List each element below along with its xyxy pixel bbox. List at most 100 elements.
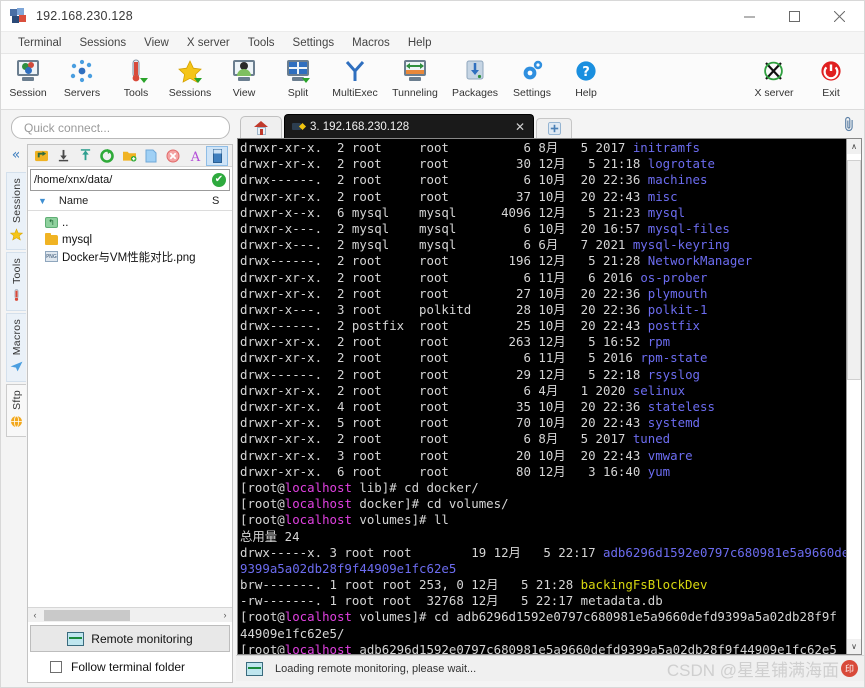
menu-view[interactable]: View <box>135 35 178 51</box>
scrollbar-thumb[interactable] <box>847 160 861 381</box>
delete-icon[interactable] <box>162 146 184 166</box>
menu-x-server[interactable]: X server <box>178 35 239 51</box>
follow-terminal-folder-checkbox[interactable]: Follow terminal folder <box>28 652 232 682</box>
terminal-text: initramfs <box>632 140 700 155</box>
go-up-icon[interactable] <box>30 146 52 166</box>
terminal-text: adb6296d1592e0797c680981e5a9660defd9399a… <box>351 641 837 654</box>
binary-mode-icon[interactable] <box>206 145 228 166</box>
terminal-line: drwx------. 2 root root 6 10月 20 22:36 m… <box>240 172 846 188</box>
new-tab-button[interactable] <box>536 118 572 138</box>
toolbar-button-settings[interactable]: Settings <box>505 56 559 99</box>
terminal-text: mysql <box>647 204 686 220</box>
terminal-line: [root@localhost adb6296d1592e0797c680981… <box>240 642 846 654</box>
column-header-name[interactable]: Name <box>59 195 212 207</box>
scroll-down-icon[interactable]: ∨ <box>847 639 861 654</box>
toolbar-button-session[interactable]: Session <box>1 56 55 99</box>
toolbar-button-tools[interactable]: Tools <box>109 56 163 99</box>
home-icon <box>253 120 269 135</box>
watermark: CSDN @星星铺满海面 印 <box>667 656 858 681</box>
menu-macros[interactable]: Macros <box>343 35 399 51</box>
sort-caret-icon[interactable]: ▼ <box>38 196 47 206</box>
terminal-line: drwxr-xr-x. 2 root root 37 10月 20 22:43 … <box>240 189 846 205</box>
maximize-button[interactable] <box>772 1 817 32</box>
list-item[interactable]: mysql <box>28 231 232 248</box>
scrollbar-track[interactable] <box>847 160 861 639</box>
toolbar-button-view[interactable]: View <box>217 56 271 99</box>
sidebar-item-tools[interactable]: Tools <box>6 252 26 312</box>
scroll-left-icon[interactable]: ‹ <box>28 610 42 620</box>
menu-terminal[interactable]: Terminal <box>9 35 70 51</box>
terminal-text: drwxr-xr-x. 6 root root 80 12月 3 16:40 <box>240 463 648 479</box>
toolbar-button-servers[interactable]: Servers <box>55 56 109 99</box>
new-folder-icon[interactable] <box>118 146 140 166</box>
toolbar-label-x-server: X server <box>754 87 794 99</box>
terminal-scrollbar[interactable]: ∧ ∨ <box>846 139 861 654</box>
window-title: 192.168.230.128 <box>36 9 133 23</box>
terminal-line: 44909e1fc62e5/ <box>240 626 846 642</box>
checkbox-box[interactable] <box>50 661 62 673</box>
watermark-text: CSDN @星星铺满海面 <box>666 661 839 680</box>
split-icon <box>284 59 312 85</box>
collapse-sidebar-icon[interactable]: « <box>12 148 21 162</box>
tools-icon <box>122 59 150 85</box>
toolbar-button-tunneling[interactable]: Tunneling <box>385 56 445 99</box>
sftp-file-list[interactable]: ↰ .. mysql PNG Docker与VM性能对比.png <box>28 211 232 607</box>
toolbar-button-multiexec[interactable]: MultiExec <box>325 56 385 99</box>
toolbar-button-packages[interactable]: Packages <box>445 56 505 99</box>
toolbar-button-split[interactable]: Split <box>271 56 325 99</box>
toolbar-button-sessions[interactable]: Sessions <box>163 56 217 99</box>
upload-icon[interactable] <box>74 146 96 166</box>
terminal-line: drwxr-xr-x. 2 root root 6 11月 5 2016 rpm… <box>240 350 846 366</box>
sidebar-item-macros[interactable]: Macros <box>6 313 26 383</box>
terminal-line: drwx------. 2 root root 196 12月 5 21:28 … <box>240 253 846 269</box>
terminal-text: misc <box>647 188 678 204</box>
terminal-text: machines <box>647 172 708 188</box>
tab-strip: 3. 192.168.230.128 ✕ <box>236 112 864 138</box>
toolbar-button-help[interactable]: ? Help <box>559 56 613 99</box>
sidebar-item-sftp[interactable]: Sftp <box>6 384 26 438</box>
terminal-text: systemd <box>647 415 700 431</box>
terminal-text: drwxr-xr-x. 2 root root 263 12月 5 16:52 <box>240 334 648 350</box>
view-icon <box>230 59 258 85</box>
remote-monitoring-button[interactable]: Remote monitoring <box>30 625 230 652</box>
terminal-text: stateless <box>647 399 715 414</box>
terminal-text: drwxr-x---. 3 root polkitd 28 10月 20 22:… <box>240 301 648 317</box>
terminal-container: drwxr-xr-x. 2 root root 6 8月 5 2017 init… <box>237 138 862 655</box>
list-item[interactable]: PNG Docker与VM性能对比.png <box>28 248 232 265</box>
list-item[interactable]: ↰ .. <box>28 214 232 231</box>
multiexec-icon <box>341 59 369 85</box>
terminal-line: drwxr-x---. 2 mysql mysql 6 10月 20 16:57… <box>240 221 846 237</box>
sftp-path-value: /home/xnx/data/ <box>34 174 113 186</box>
sftp-horizontal-scrollbar[interactable]: ‹ › <box>28 607 232 622</box>
download-icon[interactable] <box>52 146 74 166</box>
terminal-text: rpm-state <box>640 350 708 366</box>
scroll-right-icon[interactable]: › <box>218 610 232 620</box>
menu-settings[interactable]: Settings <box>284 35 344 51</box>
terminal-text: drwx-----x. 3 root root 19 12月 5 22:17 <box>240 544 604 560</box>
session-tab[interactable]: 3. 192.168.230.128 ✕ <box>284 114 534 138</box>
paperclip-icon[interactable] <box>842 116 856 136</box>
menu-tools[interactable]: Tools <box>239 35 284 51</box>
terminal-output[interactable]: drwxr-xr-x. 2 root root 6 8月 5 2017 init… <box>238 139 846 654</box>
refresh-icon[interactable] <box>96 146 118 166</box>
terminal-text: NetworkManager <box>647 253 753 269</box>
new-file-icon[interactable] <box>140 146 162 166</box>
column-header-size[interactable]: S <box>212 195 232 207</box>
close-button[interactable] <box>817 1 862 32</box>
minimize-button[interactable] <box>727 1 772 32</box>
home-tab[interactable] <box>240 116 282 138</box>
toolbar-button-x-server[interactable]: X server <box>744 56 804 99</box>
menu-help[interactable]: Help <box>399 35 441 51</box>
scroll-up-icon[interactable]: ∧ <box>847 139 861 154</box>
toolbar-label-sessions: Sessions <box>168 87 212 99</box>
close-tab-icon[interactable]: ✕ <box>515 120 525 134</box>
sidebar-item-sessions[interactable]: Sessions <box>6 172 26 251</box>
menu-sessions[interactable]: Sessions <box>70 35 135 51</box>
quick-connect-input[interactable]: Quick connect... <box>11 116 230 139</box>
text-mode-icon[interactable]: A <box>184 146 206 166</box>
toolbar-button-exit[interactable]: Exit <box>804 56 858 99</box>
ssh-key-icon <box>292 121 307 132</box>
scrollbar-thumb[interactable] <box>44 609 130 621</box>
mobaxterm-icon <box>10 8 28 24</box>
sftp-path-field[interactable]: /home/xnx/data/ ✔ <box>30 169 230 191</box>
